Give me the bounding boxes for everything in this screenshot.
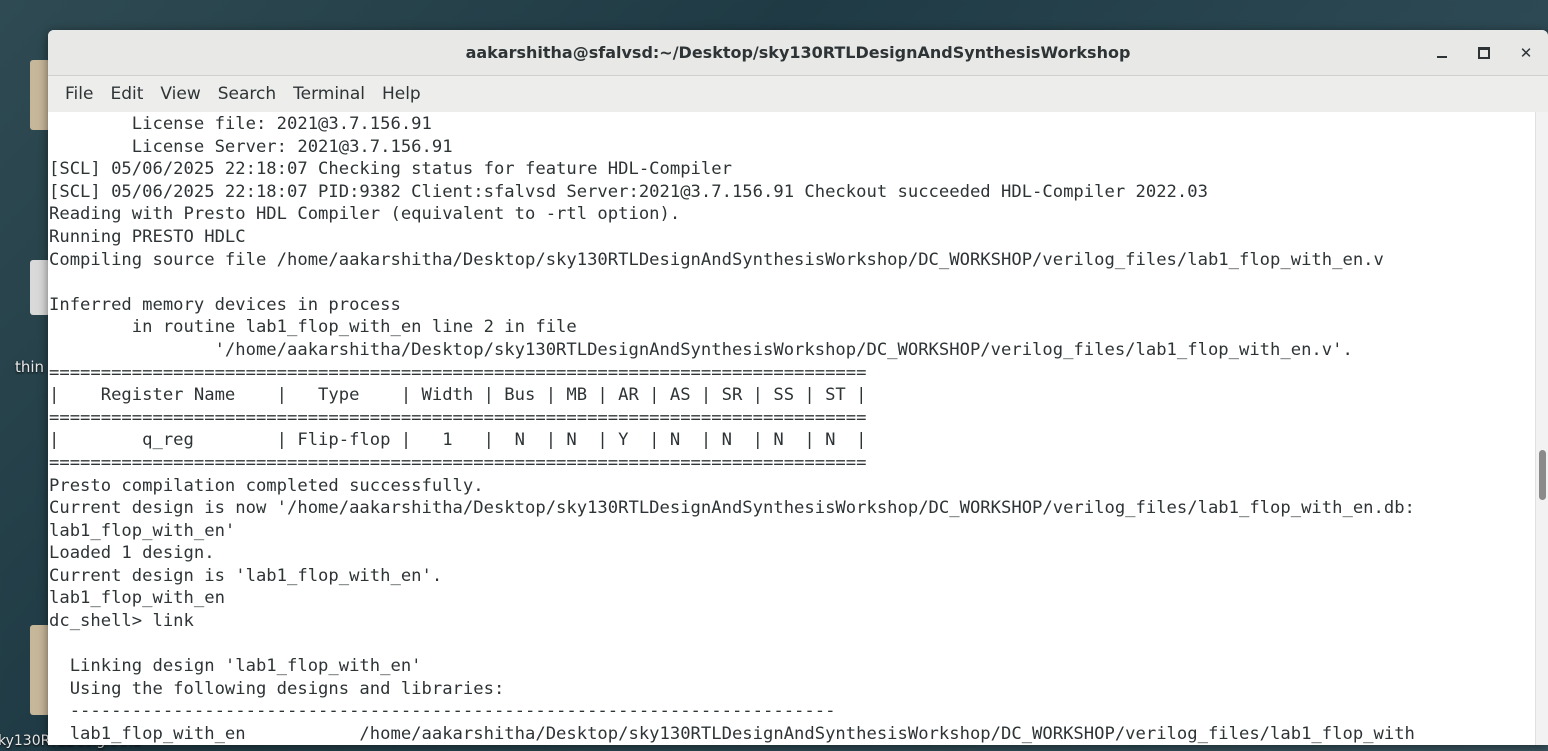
terminal-line: in routine lab1_flop_with_en line 2 in f… [49,317,577,338]
menu-terminal[interactable]: Terminal [286,84,372,104]
terminal-line: Linking design 'lab1_flop_with_en' [49,656,422,677]
terminal-line: [SCL] 05/06/2025 22:18:07 PID:9382 Clien… [49,181,1208,202]
desktop-drive-icon[interactable] [30,260,50,315]
register-table-border: ========================================… [49,452,867,473]
terminal-line: ----------------------------------------… [49,701,836,722]
desktop-folder-icon[interactable] [30,60,50,130]
terminal-line: Presto compilation completed successfull… [49,475,484,496]
terminal-line: License Server: 2021@3.7.156.91 [49,136,453,157]
menu-bar: File Edit View Search Terminal Help [48,76,1548,113]
terminal-output[interactable]: License file: 2021@3.7.156.91 License Se… [48,112,1535,745]
window-controls: ✕ [1432,30,1536,75]
vertical-scrollbar[interactable] [1535,112,1548,745]
desktop-folder-icon-2[interactable] [30,625,50,715]
terminal-line: [SCL] 05/06/2025 22:18:07 Checking statu… [49,159,732,180]
terminal-line: '/home/aakarshitha/Desktop/sky130RTLDesi… [49,339,1353,360]
menu-view[interactable]: View [153,84,207,104]
terminal-line: Reading with Presto HDL Compiler (equiva… [49,204,681,225]
register-table-row: | q_reg | Flip-flop | 1 | N | N | Y | N … [49,430,867,451]
minimize-icon [1437,55,1447,58]
menu-search[interactable]: Search [211,84,283,104]
window-title: aakarshitha@sfalvsd:~/Desktop/sky130RTLD… [465,43,1131,62]
terminal-line: lab1_flop_with_en /home/aakarshitha/Desk… [49,724,1415,745]
terminal-line: License file: 2021@3.7.156.91 [49,114,432,134]
terminal-line: lab1_flop_with_en' [49,520,236,541]
maximize-icon [1478,46,1490,59]
minimize-button[interactable] [1432,43,1452,63]
terminal-line: Current design is 'lab1_flop_with_en'. [49,565,443,586]
title-bar[interactable]: aakarshitha@sfalvsd:~/Desktop/sky130RTLD… [48,30,1548,76]
terminal-line: Running PRESTO HDLC [49,226,246,247]
menu-help[interactable]: Help [375,84,428,104]
menu-edit[interactable]: Edit [103,84,150,104]
terminal-line: Loaded 1 design. [49,543,215,564]
terminal-line: Current design is now '/home/aakarshitha… [49,498,1415,519]
terminal-line: Compiling source file /home/aakarshitha/… [49,249,1384,270]
register-table-border: ========================================… [49,362,867,383]
register-table-border: ========================================… [49,407,867,428]
scrollbar-thumb[interactable] [1539,450,1546,500]
menu-file[interactable]: File [58,84,100,104]
register-table-header: | Register Name | Type | Width | Bus | M… [49,385,867,406]
close-button[interactable]: ✕ [1516,43,1536,63]
terminal-line: lab1_flop_with_en [49,588,225,609]
desktop-label-thin: thin [15,358,45,376]
shell-prompt-line: dc_shell> link [49,611,194,632]
terminal-line: Inferred memory devices in process [49,294,401,315]
terminal-line: Using the following designs and librarie… [49,678,505,699]
maximize-button[interactable] [1474,43,1494,63]
close-icon: ✕ [1519,43,1533,62]
